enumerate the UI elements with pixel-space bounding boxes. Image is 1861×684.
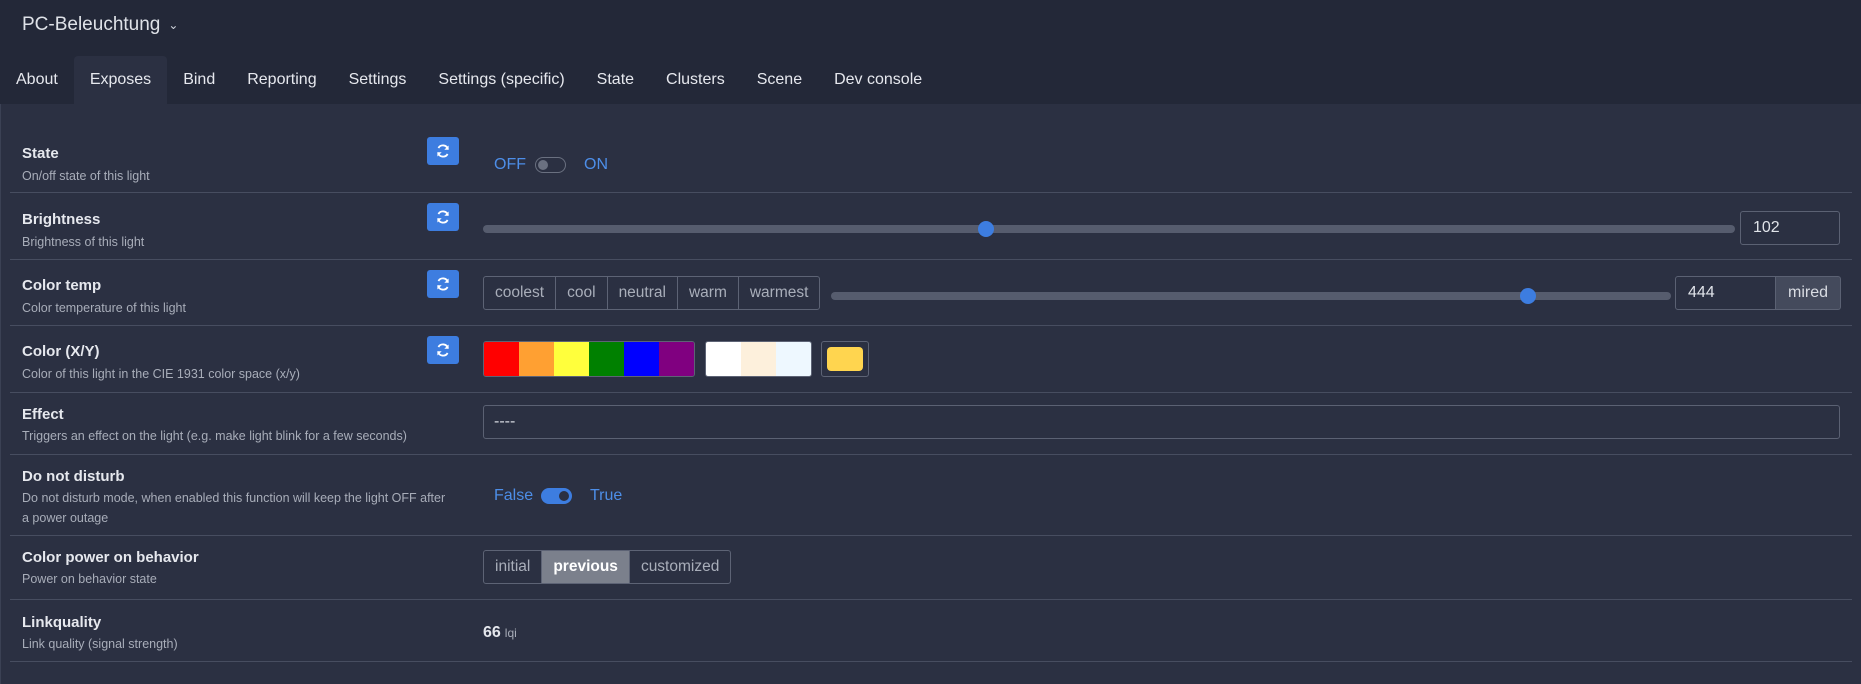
color-temp-presets: coolest cool neutral warm warmest bbox=[483, 276, 821, 310]
preset-warm[interactable]: warm bbox=[678, 277, 739, 309]
tab-clusters[interactable]: Clusters bbox=[650, 56, 741, 104]
tab-state[interactable]: State bbox=[581, 56, 650, 104]
linkquality-description: Link quality (signal strength) bbox=[22, 637, 178, 651]
preset-warmest[interactable]: warmest bbox=[739, 277, 820, 309]
top-bar: PC-Beleuchtung ⌄ About Exposes Bind Repo… bbox=[0, 0, 1861, 104]
swatch-orange[interactable] bbox=[519, 342, 554, 376]
option-customized[interactable]: customized bbox=[630, 551, 730, 583]
tab-settings-specific[interactable]: Settings (specific) bbox=[422, 56, 580, 104]
brightness-label: Brightness bbox=[22, 211, 101, 228]
color-temp-label: Color temp bbox=[22, 277, 102, 294]
state-label: State bbox=[22, 145, 59, 162]
effect-description: Triggers an effect on the light (e.g. ma… bbox=[22, 429, 407, 443]
swatch-cool-white[interactable] bbox=[776, 342, 811, 376]
brightness-slider-thumb[interactable] bbox=[977, 221, 994, 237]
brightness-refresh-button[interactable] bbox=[427, 203, 459, 231]
state-description: On/off state of this light bbox=[22, 169, 150, 183]
tab-about[interactable]: About bbox=[0, 56, 74, 104]
tab-dev-console[interactable]: Dev console bbox=[818, 56, 938, 104]
expose-row-do-not-disturb: Do not disturb Do not disturb mode, when… bbox=[10, 455, 1852, 536]
effect-select[interactable]: ---- bbox=[483, 405, 1840, 439]
color-palette bbox=[483, 341, 695, 377]
swatch-warm-white[interactable] bbox=[741, 342, 776, 376]
do-not-disturb-description: Do not disturb mode, when enabled this f… bbox=[22, 491, 446, 505]
toggle-knob bbox=[559, 491, 569, 501]
current-color-picker[interactable] bbox=[821, 341, 869, 377]
dnd-true-label[interactable]: True bbox=[590, 487, 622, 505]
color-temp-slider-thumb[interactable] bbox=[1520, 288, 1537, 304]
color-temp-refresh-button[interactable] bbox=[427, 270, 459, 298]
preset-coolest[interactable]: coolest bbox=[484, 277, 557, 309]
white-palette bbox=[705, 341, 812, 377]
brightness-slider[interactable] bbox=[483, 221, 1735, 237]
color-xy-label: Color (X/Y) bbox=[22, 343, 100, 360]
swatch-green[interactable] bbox=[589, 342, 624, 376]
swatch-red[interactable] bbox=[484, 342, 519, 376]
color-temp-slider[interactable] bbox=[831, 288, 1671, 304]
option-previous[interactable]: previous bbox=[542, 551, 630, 583]
tab-scene[interactable]: Scene bbox=[741, 56, 818, 104]
refresh-icon bbox=[437, 144, 449, 158]
swatch-purple[interactable] bbox=[659, 342, 694, 376]
do-not-disturb-label: Do not disturb bbox=[22, 468, 125, 485]
color-xy-refresh-button[interactable] bbox=[427, 336, 459, 364]
effect-label: Effect bbox=[22, 406, 64, 423]
preset-cool[interactable]: cool bbox=[556, 277, 608, 309]
state-off-label[interactable]: OFF bbox=[494, 156, 526, 174]
state-on-label[interactable]: ON bbox=[584, 156, 608, 174]
exposes-panel: State On/off state of this light OFF ON … bbox=[0, 104, 1861, 684]
brightness-description: Brightness of this light bbox=[22, 235, 145, 249]
expose-row-linkquality: Linkquality Link quality (signal strengt… bbox=[10, 600, 1852, 662]
tab-settings[interactable]: Settings bbox=[333, 56, 423, 104]
dnd-false-label[interactable]: False bbox=[494, 487, 533, 505]
device-title: PC-Beleuchtung bbox=[22, 14, 161, 35]
tab-exposes[interactable]: Exposes bbox=[73, 56, 168, 104]
refresh-icon bbox=[437, 343, 449, 357]
current-color-swatch bbox=[827, 347, 863, 371]
do-not-disturb-description-2: a power outage bbox=[22, 511, 109, 525]
swatch-blue[interactable] bbox=[624, 342, 659, 376]
linkquality-value: 66 lqi bbox=[483, 624, 517, 642]
tab-bind[interactable]: Bind bbox=[167, 56, 231, 104]
color-temp-description: Color temperature of this light bbox=[22, 301, 186, 315]
refresh-icon bbox=[437, 277, 449, 291]
state-refresh-button[interactable] bbox=[427, 137, 459, 165]
power-on-description: Power on behavior state bbox=[22, 572, 157, 586]
brightness-input[interactable]: 102 bbox=[1740, 211, 1840, 245]
swatch-white[interactable] bbox=[706, 342, 741, 376]
power-on-options: initial previous customized bbox=[483, 550, 732, 584]
state-toggle[interactable] bbox=[535, 157, 566, 173]
swatch-yellow[interactable] bbox=[554, 342, 589, 376]
refresh-icon bbox=[437, 210, 449, 224]
device-selector[interactable]: PC-Beleuchtung ⌄ bbox=[22, 14, 178, 36]
dnd-toggle[interactable] bbox=[541, 488, 572, 504]
tab-reporting[interactable]: Reporting bbox=[231, 56, 332, 104]
preset-neutral[interactable]: neutral bbox=[608, 277, 678, 309]
tab-bar: About Exposes Bind Reporting Settings Se… bbox=[0, 56, 938, 104]
linkquality-number: 66 bbox=[483, 624, 501, 641]
expose-row-color-xy: Color (X/Y) Color of this light in the C… bbox=[10, 326, 1852, 393]
color-temp-input[interactable]: 444 bbox=[1675, 276, 1776, 310]
linkquality-unit: lqi bbox=[504, 626, 517, 640]
expose-row-state: State On/off state of this light OFF ON bbox=[10, 134, 1852, 193]
option-initial[interactable]: initial bbox=[484, 551, 543, 583]
color-xy-description: Color of this light in the CIE 1931 colo… bbox=[22, 367, 300, 381]
expose-row-brightness: Brightness Brightness of this light 102 bbox=[10, 193, 1852, 260]
expose-row-effect: Effect Triggers an effect on the light (… bbox=[10, 393, 1852, 455]
expose-row-color-temp: Color temp Color temperature of this lig… bbox=[10, 260, 1852, 326]
expose-row-power-on-behavior: Color power on behavior Power on behavio… bbox=[10, 536, 1852, 600]
toggle-knob bbox=[538, 160, 548, 170]
chevron-down-icon: ⌄ bbox=[168, 18, 179, 32]
linkquality-label: Linkquality bbox=[22, 614, 102, 631]
power-on-label: Color power on behavior bbox=[22, 549, 199, 566]
color-temp-unit: mired bbox=[1776, 276, 1842, 310]
